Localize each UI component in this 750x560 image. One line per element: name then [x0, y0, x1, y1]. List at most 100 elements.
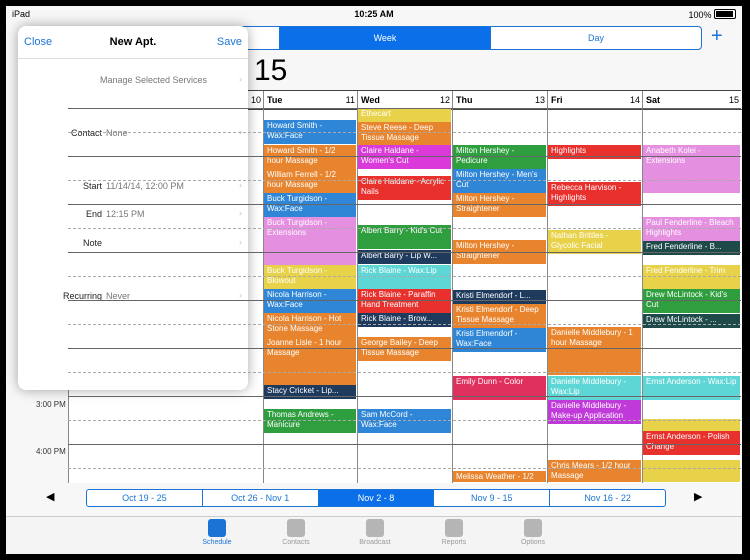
appointment-block[interactable]: Claire Haldane - Women's Cut — [358, 145, 451, 169]
popover-title: New Apt. — [109, 36, 157, 48]
battery-percent: 100% — [688, 10, 712, 20]
add-appointment-button[interactable]: + — [711, 24, 723, 48]
tab-label: Options — [520, 539, 546, 546]
prev-week-arrow-icon[interactable]: ◀ — [46, 490, 54, 503]
ipad-screen: iPad 10:25 AM 100% Week Day + 15 10 Tue 11… — [6, 6, 742, 554]
grid-line — [68, 372, 741, 373]
tab-label: Reports — [441, 539, 467, 546]
appointment-block[interactable]: Nathan Brittles - Glycolic Facial — [548, 230, 641, 254]
day-number: 11 — [345, 95, 355, 105]
day-name: Thu — [456, 95, 473, 105]
appointment-block[interactable]: Joanne Lisle - 1 hour Massage — [264, 337, 356, 385]
grid-line — [68, 228, 741, 229]
appointment-block[interactable]: Paul Fenderline - Bleach Highlights — [643, 217, 740, 241]
tab-reports[interactable]: Reports — [419, 519, 489, 546]
grid-line — [68, 132, 741, 133]
appointment-block[interactable]: Kristi Elmendorf - L... — [453, 290, 546, 304]
appointment-block[interactable]: William Ferrell - 1/2 hour Massage — [264, 169, 356, 193]
battery-icon — [714, 9, 736, 19]
grid-line — [68, 444, 741, 445]
week-option[interactable]: Oct 19 - 25 — [87, 490, 202, 506]
appointment-block[interactable]: George Bailey - Deep Tissue Massage — [358, 337, 451, 361]
grid-line — [68, 156, 741, 157]
contact-value: None — [106, 128, 128, 138]
end-row[interactable]: End 12:15 PM › — [18, 204, 248, 224]
chevron-right-icon: › — [239, 208, 242, 218]
appointment-block[interactable]: Drew McLintock - ... — [643, 314, 740, 328]
appointment-block[interactable]: Milton Hershey - Straightener — [453, 193, 546, 217]
grid-line — [68, 108, 741, 109]
appointment-block[interactable]: Rick Blaine - Paraffin Hand Treatment — [358, 289, 451, 313]
month-year-title: 15 — [254, 54, 288, 87]
appointment-block[interactable]: Sam McCord - Wax:Face — [358, 409, 451, 433]
grid-line — [68, 324, 741, 325]
appointment-block[interactable]: Buck Turgidson - Extensions — [264, 217, 356, 265]
appointment-block[interactable]: Buck Turgidson - Wax:Face — [264, 193, 356, 217]
appointment-block[interactable]: Melissa Weather - 1/2 — [453, 471, 546, 482]
appointment-block[interactable]: Howard Smith - 1/2 hour Massage — [264, 145, 356, 169]
appointment-block[interactable]: Buck Turgidson - Blowout — [264, 265, 356, 289]
tab-options[interactable]: Options — [498, 519, 568, 546]
appointment-block[interactable]: Ethecart — [358, 108, 451, 122]
tab-bar: Schedule Contacts Broadcast Reports Opti… — [6, 516, 742, 554]
manage-services-row[interactable]: Manage Selected Services › — [18, 70, 248, 90]
week-option[interactable]: Nov 16 - 22 — [549, 490, 665, 506]
grid-line — [68, 204, 741, 205]
tab-day[interactable]: Day — [490, 27, 701, 49]
start-label: Start — [82, 181, 102, 191]
chevron-right-icon: › — [239, 290, 242, 300]
appointment-block[interactable]: Fred Fenderline - Trim — [643, 265, 740, 289]
time-label: 4:00 PM — [36, 447, 66, 456]
save-button[interactable]: Save — [217, 36, 242, 48]
chevron-right-icon: › — [239, 74, 242, 84]
chevron-right-icon: › — [239, 180, 242, 190]
time-label: 3:00 PM — [36, 400, 66, 409]
start-value: 11/14/14, 12:00 PM — [106, 181, 184, 191]
appointment-block[interactable]: Nicola Harrison - Hot Stone Massage — [264, 313, 356, 337]
grid-line — [68, 180, 741, 181]
appointment-block[interactable]: Milton Hershey - Pedicure — [453, 145, 546, 169]
appointment-block[interactable]: Drew McLintock - Kid's Cut — [643, 289, 740, 313]
appointment-block[interactable]: Milton Hershey - Men's Cut — [453, 169, 546, 193]
appointment-block[interactable]: Steve Reese - Deep Tissue Massage — [358, 122, 451, 146]
day-number: 13 — [534, 95, 545, 105]
start-row[interactable]: Start 11/14/14, 12:00 PM › — [18, 176, 248, 196]
people-icon — [287, 519, 305, 537]
tab-label: Broadcast — [359, 539, 391, 546]
calendar-icon — [208, 519, 226, 537]
day-name: Sat — [646, 95, 661, 105]
appointment-block[interactable]: Ernst Anderson - Polish Change — [643, 431, 740, 455]
week-option-selected[interactable]: Nov 2 - 8 — [317, 490, 434, 506]
tab-schedule[interactable]: Schedule — [182, 519, 252, 546]
contact-row[interactable]: Contact None › — [18, 123, 248, 143]
chevron-right-icon: › — [239, 237, 242, 247]
end-value: 12:15 PM — [106, 209, 145, 219]
appointment-block[interactable] — [643, 460, 740, 482]
tab-contacts[interactable]: Contacts — [261, 519, 331, 546]
grid-line — [68, 276, 741, 277]
day-name: Fri — [551, 95, 563, 105]
day-number: 10 — [250, 95, 261, 105]
grid-line — [68, 300, 741, 301]
week-option[interactable]: Oct 26 - Nov 1 — [201, 490, 318, 506]
tab-week[interactable]: Week — [279, 27, 490, 49]
appointment-block[interactable]: Rebecca Harvison - Highlights — [548, 182, 641, 206]
appointment-block[interactable]: Thomas Andrews - Manicure — [264, 409, 356, 433]
appointment-block[interactable]: Nicola Harrison - Wax:Face — [264, 289, 356, 313]
tab-broadcast[interactable]: Broadcast — [340, 519, 410, 546]
grid-line — [68, 420, 741, 421]
gear-icon — [524, 519, 542, 537]
day-number: 15 — [728, 95, 739, 105]
status-bar: iPad 10:25 AM 100% — [6, 6, 742, 24]
day-name: Wed — [361, 95, 380, 105]
week-option[interactable]: Nov 9 - 15 — [433, 490, 549, 506]
battery-status: 100% — [688, 9, 736, 20]
recurring-row[interactable]: Recurring Never › — [18, 286, 248, 306]
appointment-block[interactable]: Anabeth Kolei - Extensions — [643, 145, 740, 193]
appointment-block[interactable]: Danielle Middlebury - 1 hour Massage — [548, 327, 641, 375]
appointment-block[interactable]: Rick Blaine - Wax:Lip — [358, 265, 451, 289]
appointment-block[interactable]: Chris Mears - 1/2 hour Massage — [548, 460, 641, 482]
next-week-arrow-icon[interactable]: ▶ — [694, 490, 702, 503]
day-number: 12 — [439, 95, 450, 105]
note-row[interactable]: Note › — [18, 233, 248, 253]
